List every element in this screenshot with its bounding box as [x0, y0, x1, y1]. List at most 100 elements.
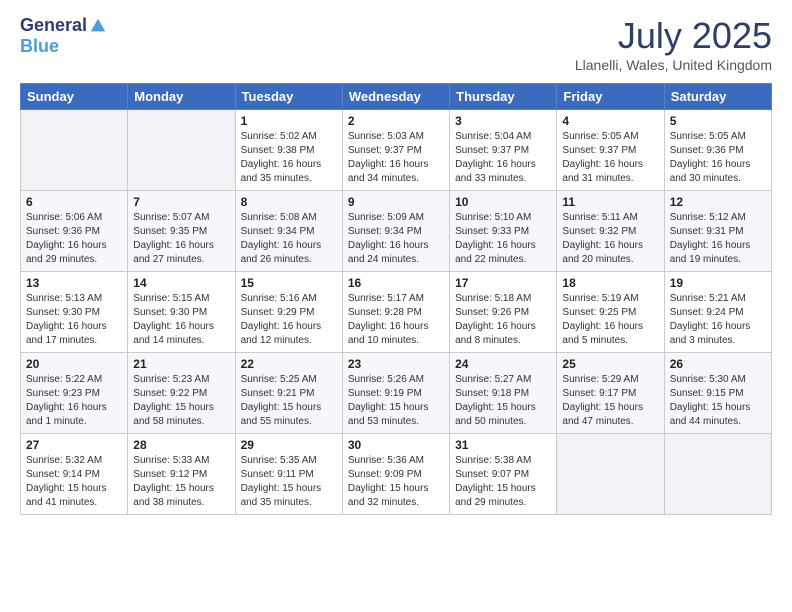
day-header-wednesday: Wednesday	[342, 84, 449, 110]
day-number: 7	[133, 195, 229, 209]
day-cell: 20 Sunrise: 5:22 AMSunset: 9:23 PMDayligh…	[21, 353, 128, 434]
day-header-row: SundayMondayTuesdayWednesdayThursdayFrid…	[21, 84, 772, 110]
day-info: Sunrise: 5:11 AMSunset: 9:32 PMDaylight:…	[562, 211, 658, 267]
day-info: Sunrise: 5:04 AMSunset: 9:37 PMDaylight:…	[455, 130, 551, 186]
day-cell: 24 Sunrise: 5:27 AMSunset: 9:18 PMDayligh…	[450, 353, 557, 434]
day-cell: 8Sunrise: 5:08 AMSunset: 9:34 PMDaylight…	[235, 191, 342, 272]
day-info: Sunrise: 5:02 AMSunset: 9:38 PMDaylight:…	[241, 130, 337, 186]
day-cell: 12 Sunrise: 5:12 AMSunset: 9:31 PMDayligh…	[664, 191, 771, 272]
day-number: 24	[455, 357, 551, 371]
day-number: 8	[241, 195, 337, 209]
day-cell: 29 Sunrise: 5:35 AMSunset: 9:11 PMDayligh…	[235, 434, 342, 515]
day-number: 31	[455, 438, 551, 452]
subtitle: Llanelli, Wales, United Kingdom	[575, 57, 772, 73]
day-info: Sunrise: 5:38 AMSunset: 9:07 PMDaylight:…	[455, 454, 551, 510]
day-info: Sunrise: 5:26 AMSunset: 9:19 PMDaylight:…	[348, 373, 444, 429]
day-cell: 25 Sunrise: 5:29 AMSunset: 9:17 PMDayligh…	[557, 353, 664, 434]
day-cell: 10 Sunrise: 5:10 AMSunset: 9:33 PMDayligh…	[450, 191, 557, 272]
day-info: Sunrise: 5:29 AMSunset: 9:17 PMDaylight:…	[562, 373, 658, 429]
week-row-3: 13 Sunrise: 5:13 AMSunset: 9:30 PMDayligh…	[21, 272, 772, 353]
day-number: 1	[241, 114, 337, 128]
day-info: Sunrise: 5:06 AMSunset: 9:36 PMDaylight:…	[26, 211, 122, 267]
day-number: 20	[26, 357, 122, 371]
day-cell	[21, 110, 128, 191]
day-header-sunday: Sunday	[21, 84, 128, 110]
day-cell: 18 Sunrise: 5:19 AMSunset: 9:25 PMDayligh…	[557, 272, 664, 353]
day-cell: 31 Sunrise: 5:38 AMSunset: 9:07 PMDayligh…	[450, 434, 557, 515]
calendar-table: SundayMondayTuesdayWednesdayThursdayFrid…	[20, 83, 772, 515]
day-info: Sunrise: 5:10 AMSunset: 9:33 PMDaylight:…	[455, 211, 551, 267]
day-cell: 9 Sunrise: 5:09 AMSunset: 9:34 PMDaylight…	[342, 191, 449, 272]
day-number: 14	[133, 276, 229, 290]
day-number: 22	[241, 357, 337, 371]
day-cell: 22Sunrise: 5:25 AMSunset: 9:21 PMDayligh…	[235, 353, 342, 434]
day-cell: 5 Sunrise: 5:05 AMSunset: 9:36 PMDaylight…	[664, 110, 771, 191]
day-number: 28	[133, 438, 229, 452]
day-info: Sunrise: 5:27 AMSunset: 9:18 PMDaylight:…	[455, 373, 551, 429]
day-number: 27	[26, 438, 122, 452]
day-number: 11	[562, 195, 658, 209]
day-number: 30	[348, 438, 444, 452]
day-info: Sunrise: 5:17 AMSunset: 9:28 PMDaylight:…	[348, 292, 444, 348]
week-row-1: 1 Sunrise: 5:02 AMSunset: 9:38 PMDaylight…	[21, 110, 772, 191]
week-row-5: 27 Sunrise: 5:32 AMSunset: 9:14 PMDayligh…	[21, 434, 772, 515]
day-info: Sunrise: 5:16 AMSunset: 9:29 PMDaylight:…	[241, 292, 337, 348]
day-info: Sunrise: 5:07 AMSunset: 9:35 PMDaylight:…	[133, 211, 229, 267]
day-number: 18	[562, 276, 658, 290]
day-cell: 13 Sunrise: 5:13 AMSunset: 9:30 PMDayligh…	[21, 272, 128, 353]
day-number: 10	[455, 195, 551, 209]
day-number: 25	[562, 357, 658, 371]
day-cell: 21 Sunrise: 5:23 AMSunset: 9:22 PMDayligh…	[128, 353, 235, 434]
day-cell: 2 Sunrise: 5:03 AMSunset: 9:37 PMDaylight…	[342, 110, 449, 191]
week-row-2: 6 Sunrise: 5:06 AMSunset: 9:36 PMDaylight…	[21, 191, 772, 272]
day-info: Sunrise: 5:13 AMSunset: 9:30 PMDaylight:…	[26, 292, 122, 348]
day-header-friday: Friday	[557, 84, 664, 110]
day-cell: 4Sunrise: 5:05 AMSunset: 9:37 PMDaylight…	[557, 110, 664, 191]
day-cell: 1 Sunrise: 5:02 AMSunset: 9:38 PMDaylight…	[235, 110, 342, 191]
day-info: Sunrise: 5:03 AMSunset: 9:37 PMDaylight:…	[348, 130, 444, 186]
day-info: Sunrise: 5:35 AMSunset: 9:11 PMDaylight:…	[241, 454, 337, 510]
logo-blue-text: Blue	[20, 36, 59, 57]
day-number: 29	[241, 438, 337, 452]
day-cell: 30Sunrise: 5:36 AMSunset: 9:09 PMDayligh…	[342, 434, 449, 515]
day-number: 3	[455, 114, 551, 128]
day-cell: 19Sunrise: 5:21 AMSunset: 9:24 PMDayligh…	[664, 272, 771, 353]
day-cell: 6 Sunrise: 5:06 AMSunset: 9:36 PMDaylight…	[21, 191, 128, 272]
day-number: 26	[670, 357, 766, 371]
day-info: Sunrise: 5:05 AMSunset: 9:36 PMDaylight:…	[670, 130, 766, 186]
day-header-monday: Monday	[128, 84, 235, 110]
day-number: 17	[455, 276, 551, 290]
day-info: Sunrise: 5:09 AMSunset: 9:34 PMDaylight:…	[348, 211, 444, 267]
day-cell: 28 Sunrise: 5:33 AMSunset: 9:12 PMDayligh…	[128, 434, 235, 515]
title-block: July 2025 Llanelli, Wales, United Kingdo…	[575, 15, 772, 73]
day-info: Sunrise: 5:18 AMSunset: 9:26 PMDaylight:…	[455, 292, 551, 348]
day-number: 21	[133, 357, 229, 371]
logo-icon	[89, 17, 107, 35]
day-header-tuesday: Tuesday	[235, 84, 342, 110]
day-header-saturday: Saturday	[664, 84, 771, 110]
day-info: Sunrise: 5:23 AMSunset: 9:22 PMDaylight:…	[133, 373, 229, 429]
day-cell	[557, 434, 664, 515]
day-number: 5	[670, 114, 766, 128]
day-number: 9	[348, 195, 444, 209]
day-cell	[128, 110, 235, 191]
day-cell: 3 Sunrise: 5:04 AMSunset: 9:37 PMDaylight…	[450, 110, 557, 191]
day-info: Sunrise: 5:12 AMSunset: 9:31 PMDaylight:…	[670, 211, 766, 267]
day-info: Sunrise: 5:05 AMSunset: 9:37 PMDaylight:…	[562, 130, 658, 186]
week-row-4: 20 Sunrise: 5:22 AMSunset: 9:23 PMDayligh…	[21, 353, 772, 434]
day-number: 15	[241, 276, 337, 290]
day-info: Sunrise: 5:32 AMSunset: 9:14 PMDaylight:…	[26, 454, 122, 510]
day-cell: 15 Sunrise: 5:16 AMSunset: 9:29 PMDayligh…	[235, 272, 342, 353]
day-number: 6	[26, 195, 122, 209]
page: General Blue July 2025 Llanelli, Wales, …	[0, 0, 792, 535]
day-info: Sunrise: 5:33 AMSunset: 9:12 PMDaylight:…	[133, 454, 229, 510]
day-number: 12	[670, 195, 766, 209]
day-number: 13	[26, 276, 122, 290]
day-number: 2	[348, 114, 444, 128]
logo-general-text: General	[20, 15, 87, 36]
day-cell: 27 Sunrise: 5:32 AMSunset: 9:14 PMDayligh…	[21, 434, 128, 515]
day-info: Sunrise: 5:19 AMSunset: 9:25 PMDaylight:…	[562, 292, 658, 348]
logo: General Blue	[20, 15, 107, 57]
day-info: Sunrise: 5:22 AMSunset: 9:23 PMDaylight:…	[26, 373, 122, 429]
day-cell: 14Sunrise: 5:15 AMSunset: 9:30 PMDayligh…	[128, 272, 235, 353]
